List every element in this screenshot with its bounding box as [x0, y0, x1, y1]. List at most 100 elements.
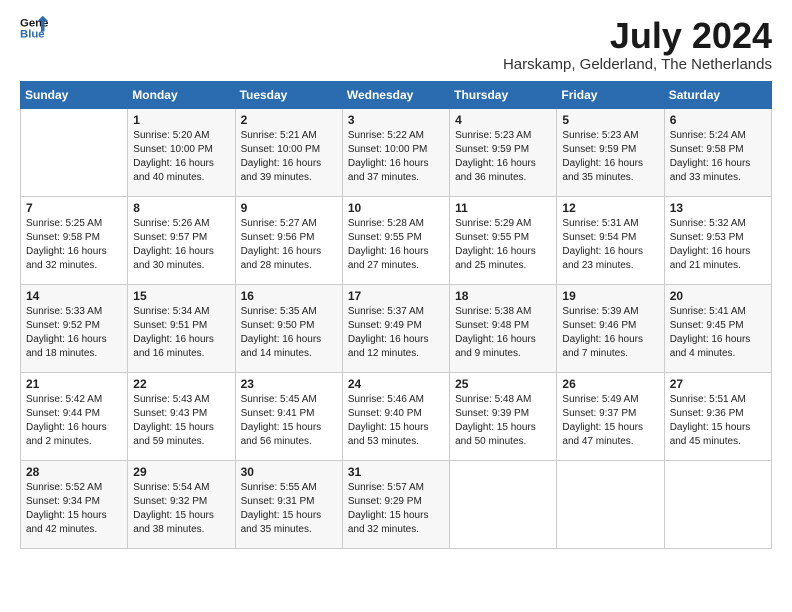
- day-cell: 18 Sunrise: 5:38 AM Sunset: 9:48 PM Dayli…: [450, 284, 557, 372]
- day-cell: [664, 460, 771, 548]
- day-number: 8: [133, 201, 229, 215]
- day-cell: 26Sunrise: 5:49 AM Sunset: 9:37 PM Dayli…: [557, 372, 664, 460]
- day-info: Sunrise: 5:35 AM Sunset: 9:50 PM Dayligh…: [241, 305, 337, 361]
- day-number: 16: [241, 289, 337, 303]
- day-cell: 24Sunrise: 5:46 AM Sunset: 9:40 PM Dayli…: [342, 372, 449, 460]
- day-info: Sunrise: 5:32 AM Sunset: 9:53 PM Dayligh…: [670, 217, 766, 273]
- day-cell: 29 Sunrise: 5:54 AM Sunset: 9:32 PM Dayli…: [128, 460, 235, 548]
- calendar-header: SundayMondayTuesdayWednesdayThursdayFrid…: [21, 81, 772, 108]
- day-number: 26: [562, 377, 658, 391]
- day-cell: 7Sunrise: 5:25 AM Sunset: 9:58 PM Daylig…: [21, 196, 128, 284]
- day-number: 3: [348, 113, 444, 127]
- day-number: 25: [455, 377, 551, 391]
- day-info: Sunrise: 5:34 AM Sunset: 9:51 PM Dayligh…: [133, 305, 229, 361]
- calendar-body: 1Sunrise: 5:20 AM Sunset: 10:00 PM Dayli…: [21, 108, 772, 548]
- weekday-header-monday: Monday: [128, 81, 235, 108]
- day-cell: 10 Sunrise: 5:28 AM Sunset: 9:55 PM Dayli…: [342, 196, 449, 284]
- day-cell: 21 Sunrise: 5:42 AM Sunset: 9:44 PM Dayli…: [21, 372, 128, 460]
- day-info: Sunrise: 5:57 AM Sunset: 9:29 PM Dayligh…: [348, 481, 444, 537]
- day-info: Sunrise: 5:38 AM Sunset: 9:48 PM Dayligh…: [455, 305, 551, 361]
- day-cell: 22Sunrise: 5:43 AM Sunset: 9:43 PM Dayli…: [128, 372, 235, 460]
- day-number: 30: [241, 465, 337, 479]
- day-info: Sunrise: 5:46 AM Sunset: 9:40 PM Dayligh…: [348, 393, 444, 449]
- day-info: Sunrise: 5:23 AM Sunset: 9:59 PM Dayligh…: [455, 129, 551, 185]
- week-row-5: 28 Sunrise: 5:52 AM Sunset: 9:34 PM Dayli…: [21, 460, 772, 548]
- day-number: 13: [670, 201, 766, 215]
- weekday-header-thursday: Thursday: [450, 81, 557, 108]
- logo-icon: General Blue: [20, 14, 48, 42]
- day-cell: [557, 460, 664, 548]
- weekday-header-sunday: Sunday: [21, 81, 128, 108]
- day-info: Sunrise: 5:37 AM Sunset: 9:49 PM Dayligh…: [348, 305, 444, 361]
- day-info: Sunrise: 5:27 AM Sunset: 9:56 PM Dayligh…: [241, 217, 337, 273]
- day-number: 9: [241, 201, 337, 215]
- day-cell: 6 Sunrise: 5:24 AM Sunset: 9:58 PM Daylig…: [664, 108, 771, 196]
- day-number: 20: [670, 289, 766, 303]
- day-cell: 11Sunrise: 5:29 AM Sunset: 9:55 PM Dayli…: [450, 196, 557, 284]
- day-cell: 31 Sunrise: 5:57 AM Sunset: 9:29 PM Dayli…: [342, 460, 449, 548]
- month-year: July 2024: [503, 16, 772, 56]
- day-cell: 13 Sunrise: 5:32 AM Sunset: 9:53 PM Dayli…: [664, 196, 771, 284]
- day-number: 10: [348, 201, 444, 215]
- day-cell: 17 Sunrise: 5:37 AM Sunset: 9:49 PM Dayli…: [342, 284, 449, 372]
- day-number: 6: [670, 113, 766, 127]
- day-cell: 30 Sunrise: 5:55 AM Sunset: 9:31 PM Dayli…: [235, 460, 342, 548]
- day-info: Sunrise: 5:41 AM Sunset: 9:45 PM Dayligh…: [670, 305, 766, 361]
- day-info: Sunrise: 5:33 AM Sunset: 9:52 PM Dayligh…: [26, 305, 122, 361]
- day-cell: 19 Sunrise: 5:39 AM Sunset: 9:46 PM Dayli…: [557, 284, 664, 372]
- day-cell: 4 Sunrise: 5:23 AM Sunset: 9:59 PM Daylig…: [450, 108, 557, 196]
- day-info: Sunrise: 5:51 AM Sunset: 9:36 PM Dayligh…: [670, 393, 766, 449]
- day-info: Sunrise: 5:28 AM Sunset: 9:55 PM Dayligh…: [348, 217, 444, 273]
- day-number: 31: [348, 465, 444, 479]
- weekday-header-saturday: Saturday: [664, 81, 771, 108]
- week-row-2: 7Sunrise: 5:25 AM Sunset: 9:58 PM Daylig…: [21, 196, 772, 284]
- title-area: July 2024 Harskamp, Gelderland, The Neth…: [503, 16, 772, 73]
- day-info: Sunrise: 5:52 AM Sunset: 9:34 PM Dayligh…: [26, 481, 122, 537]
- day-info: Sunrise: 5:54 AM Sunset: 9:32 PM Dayligh…: [133, 481, 229, 537]
- logo: General Blue: [20, 16, 48, 44]
- day-cell: 9 Sunrise: 5:27 AM Sunset: 9:56 PM Daylig…: [235, 196, 342, 284]
- weekday-header-wednesday: Wednesday: [342, 81, 449, 108]
- day-info: Sunrise: 5:22 AM Sunset: 10:00 PM Daylig…: [348, 129, 444, 185]
- day-cell: 5 Sunrise: 5:23 AM Sunset: 9:59 PM Daylig…: [557, 108, 664, 196]
- day-number: 21: [26, 377, 122, 391]
- day-number: 15: [133, 289, 229, 303]
- week-row-1: 1Sunrise: 5:20 AM Sunset: 10:00 PM Dayli…: [21, 108, 772, 196]
- day-number: 14: [26, 289, 122, 303]
- day-cell: 1Sunrise: 5:20 AM Sunset: 10:00 PM Dayli…: [128, 108, 235, 196]
- day-number: 29: [133, 465, 229, 479]
- week-row-3: 14 Sunrise: 5:33 AM Sunset: 9:52 PM Dayli…: [21, 284, 772, 372]
- day-cell: 15 Sunrise: 5:34 AM Sunset: 9:51 PM Dayli…: [128, 284, 235, 372]
- day-info: Sunrise: 5:42 AM Sunset: 9:44 PM Dayligh…: [26, 393, 122, 449]
- day-number: 5: [562, 113, 658, 127]
- day-info: Sunrise: 5:25 AM Sunset: 9:58 PM Dayligh…: [26, 217, 122, 273]
- day-cell: [21, 108, 128, 196]
- weekday-header-friday: Friday: [557, 81, 664, 108]
- day-cell: 23Sunrise: 5:45 AM Sunset: 9:41 PM Dayli…: [235, 372, 342, 460]
- day-number: 4: [455, 113, 551, 127]
- day-cell: 20 Sunrise: 5:41 AM Sunset: 9:45 PM Dayli…: [664, 284, 771, 372]
- day-number: 12: [562, 201, 658, 215]
- day-number: 1: [133, 113, 229, 127]
- week-row-4: 21 Sunrise: 5:42 AM Sunset: 9:44 PM Dayli…: [21, 372, 772, 460]
- day-number: 28: [26, 465, 122, 479]
- day-info: Sunrise: 5:21 AM Sunset: 10:00 PM Daylig…: [241, 129, 337, 185]
- day-info: Sunrise: 5:55 AM Sunset: 9:31 PM Dayligh…: [241, 481, 337, 537]
- day-info: Sunrise: 5:23 AM Sunset: 9:59 PM Dayligh…: [562, 129, 658, 185]
- day-number: 19: [562, 289, 658, 303]
- day-cell: [450, 460, 557, 548]
- day-cell: 12Sunrise: 5:31 AM Sunset: 9:54 PM Dayli…: [557, 196, 664, 284]
- day-cell: 28 Sunrise: 5:52 AM Sunset: 9:34 PM Dayli…: [21, 460, 128, 548]
- day-info: Sunrise: 5:39 AM Sunset: 9:46 PM Dayligh…: [562, 305, 658, 361]
- day-info: Sunrise: 5:43 AM Sunset: 9:43 PM Dayligh…: [133, 393, 229, 449]
- day-number: 11: [455, 201, 551, 215]
- day-info: Sunrise: 5:48 AM Sunset: 9:39 PM Dayligh…: [455, 393, 551, 449]
- day-number: 18: [455, 289, 551, 303]
- weekday-header-row: SundayMondayTuesdayWednesdayThursdayFrid…: [21, 81, 772, 108]
- day-number: 17: [348, 289, 444, 303]
- day-cell: 27Sunrise: 5:51 AM Sunset: 9:36 PM Dayli…: [664, 372, 771, 460]
- day-number: 2: [241, 113, 337, 127]
- calendar: SundayMondayTuesdayWednesdayThursdayFrid…: [20, 81, 772, 549]
- day-cell: 14 Sunrise: 5:33 AM Sunset: 9:52 PM Dayli…: [21, 284, 128, 372]
- day-info: Sunrise: 5:24 AM Sunset: 9:58 PM Dayligh…: [670, 129, 766, 185]
